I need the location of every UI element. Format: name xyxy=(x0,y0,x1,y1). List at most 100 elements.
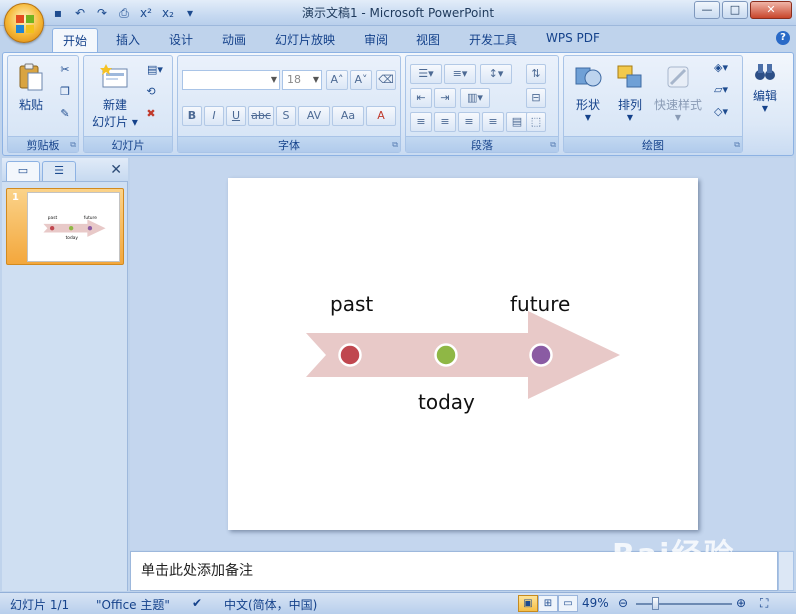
shape-effects-icon[interactable]: ◇▾ xyxy=(706,104,736,120)
slides-group-label: 幻灯片 xyxy=(84,136,172,152)
tab-insert[interactable]: 插入 xyxy=(116,31,140,48)
editing-button[interactable]: 编辑 ▼ xyxy=(745,61,785,113)
quick-styles-label: 快速样式 xyxy=(652,96,704,113)
clear-format-icon[interactable]: ⌫ xyxy=(376,70,396,90)
align-left-icon[interactable]: ≡ xyxy=(410,112,432,132)
justify-icon[interactable]: ≡ xyxy=(482,112,504,132)
char-spacing-button[interactable]: AV xyxy=(298,106,330,126)
office-button[interactable] xyxy=(4,3,44,43)
shadow-button[interactable]: S xyxy=(276,106,296,126)
align-text-icon[interactable]: ⊟ xyxy=(526,88,546,108)
shapes-icon xyxy=(573,62,603,92)
minimize-button[interactable]: — xyxy=(694,1,720,19)
italic-button[interactable]: I xyxy=(204,106,224,126)
font-size-value: 18 xyxy=(287,73,301,86)
tab-developer[interactable]: 开发工具 xyxy=(469,31,517,48)
slide-sorter-button[interactable]: ⊞ xyxy=(538,595,558,612)
status-bar: 幻灯片 1/1 "Office 主题" ✔ 中文(简体，中国) ▣ ⊞ ▭ 49… xyxy=(0,592,796,614)
tab-view[interactable]: 视图 xyxy=(416,31,440,48)
strikethrough-button[interactable]: abc xyxy=(248,106,274,126)
zoom-out-icon[interactable]: ⊖ xyxy=(618,596,628,610)
paste-button[interactable]: 粘贴 xyxy=(12,62,50,113)
paragraph-launcher-icon[interactable]: ⧉ xyxy=(550,140,556,150)
future-label[interactable]: future xyxy=(510,292,570,316)
shape-fill-icon[interactable]: ◈▾ xyxy=(706,60,736,76)
increase-indent-icon[interactable]: ⇥ xyxy=(434,88,456,108)
font-launcher-icon[interactable]: ⧉ xyxy=(392,140,398,150)
slides-tab[interactable]: ▭ xyxy=(6,161,40,181)
format-painter-icon[interactable]: ✎ xyxy=(56,106,74,122)
align-center-icon[interactable]: ≡ xyxy=(434,112,456,132)
drawing-group-label: 绘图 xyxy=(564,136,742,152)
quick-styles-button[interactable]: 快速样式 ▼ xyxy=(652,62,704,122)
title-bar: ▪ ↶ ↷ ⎙ x² x₂ ▾ 演示文稿1 - Microsoft PowerP… xyxy=(0,0,796,26)
slide-thumbnail[interactable]: 1 past future today xyxy=(6,188,124,265)
thumbnail-graphic: past future today xyxy=(28,193,121,263)
tab-home[interactable]: 开始 xyxy=(52,28,98,53)
group-editing: 编辑 ▼ xyxy=(745,55,787,153)
align-right-icon[interactable]: ≡ xyxy=(458,112,480,132)
paste-icon xyxy=(16,62,46,92)
bullets-icon[interactable]: ☰▾ xyxy=(410,64,442,84)
arrange-button[interactable]: 排列 ▼ xyxy=(610,62,650,122)
grow-font-button[interactable]: A˄ xyxy=(326,70,348,90)
tab-design[interactable]: 设计 xyxy=(169,31,193,48)
font-group-label: 字体 xyxy=(178,136,400,152)
zoom-slider-thumb[interactable] xyxy=(652,597,659,610)
spellcheck-icon[interactable]: ✔ xyxy=(192,596,202,610)
slideshow-button[interactable]: ▭ xyxy=(558,595,578,612)
numbering-icon[interactable]: ≡▾ xyxy=(444,64,476,84)
distribute-icon[interactable]: ▤ xyxy=(506,112,528,132)
close-button[interactable]: ✕ xyxy=(750,1,792,19)
pane-tabs: ▭ ☰ ✕ xyxy=(2,158,128,182)
columns-icon[interactable]: ▥▾ xyxy=(460,88,490,108)
help-icon[interactable]: ? xyxy=(776,31,790,45)
maximize-button[interactable]: □ xyxy=(722,1,748,19)
tab-review[interactable]: 审阅 xyxy=(364,31,388,48)
fit-to-window-icon[interactable]: ⛶ xyxy=(760,596,768,611)
underline-button[interactable]: U xyxy=(226,106,246,126)
shapes-label: 形状 xyxy=(568,96,608,113)
drawing-launcher-icon[interactable]: ⧉ xyxy=(734,140,740,150)
bold-button[interactable]: B xyxy=(182,106,202,126)
clipboard-launcher-icon[interactable]: ⧉ xyxy=(70,140,76,150)
shape-outline-icon[interactable]: ▱▾ xyxy=(706,82,736,98)
delete-slide-icon[interactable]: ✖ xyxy=(142,106,160,122)
today-label[interactable]: today xyxy=(418,390,475,414)
notes-scrollbar[interactable] xyxy=(778,551,794,591)
outline-tab[interactable]: ☰ xyxy=(42,161,76,181)
editing-label: 编辑 xyxy=(745,87,785,104)
zoom-in-icon[interactable]: ⊕ xyxy=(736,596,746,610)
line-spacing-icon[interactable]: ↕▾ xyxy=(480,64,512,84)
normal-view-button[interactable]: ▣ xyxy=(518,595,538,612)
chevron-down-icon: ▼ xyxy=(745,104,785,113)
reset-icon[interactable]: ⟲ xyxy=(142,84,160,100)
layout-icon[interactable]: ▤▾ xyxy=(142,62,168,78)
tab-slideshow[interactable]: 幻灯片放映 xyxy=(275,31,335,48)
text-direction-icon[interactable]: ⇅ xyxy=(526,64,546,84)
tab-wps-pdf[interactable]: WPS PDF xyxy=(546,31,600,45)
shapes-button[interactable]: 形状 ▼ xyxy=(568,62,608,122)
grow-font-label: A xyxy=(330,73,338,86)
language-indicator[interactable]: 中文(简体，中国) xyxy=(224,596,317,613)
shrink-font-button[interactable]: A˅ xyxy=(350,70,372,90)
zoom-slider[interactable] xyxy=(636,603,732,605)
tab-animation[interactable]: 动画 xyxy=(222,31,246,48)
close-pane-icon[interactable]: ✕ xyxy=(110,162,122,178)
slide-canvas[interactable]: past future today xyxy=(228,178,698,530)
past-label[interactable]: past xyxy=(330,292,373,316)
future-dot xyxy=(531,345,552,366)
font-size-select[interactable]: 18 ▼ xyxy=(282,70,322,90)
slide-thumbnail-number: 1 xyxy=(12,192,19,203)
group-clipboard: 粘贴 ✂ ❐ ✎ 剪贴板 ⧉ xyxy=(7,55,79,153)
smartart-icon[interactable]: ⬚ xyxy=(526,112,546,132)
font-color-button[interactable]: A xyxy=(366,106,396,126)
cut-icon[interactable]: ✂ xyxy=(56,62,74,78)
font-name-select[interactable]: ▼ xyxy=(182,70,280,90)
change-case-button[interactable]: Aa xyxy=(332,106,364,126)
slides-pane: ▭ ☰ ✕ 1 past future today xyxy=(2,158,128,591)
zoom-level[interactable]: 49% xyxy=(582,596,609,610)
new-slide-button[interactable]: 新建 幻灯片 ▾ xyxy=(88,62,142,130)
decrease-indent-icon[interactable]: ⇤ xyxy=(410,88,432,108)
copy-icon[interactable]: ❐ xyxy=(56,84,74,100)
